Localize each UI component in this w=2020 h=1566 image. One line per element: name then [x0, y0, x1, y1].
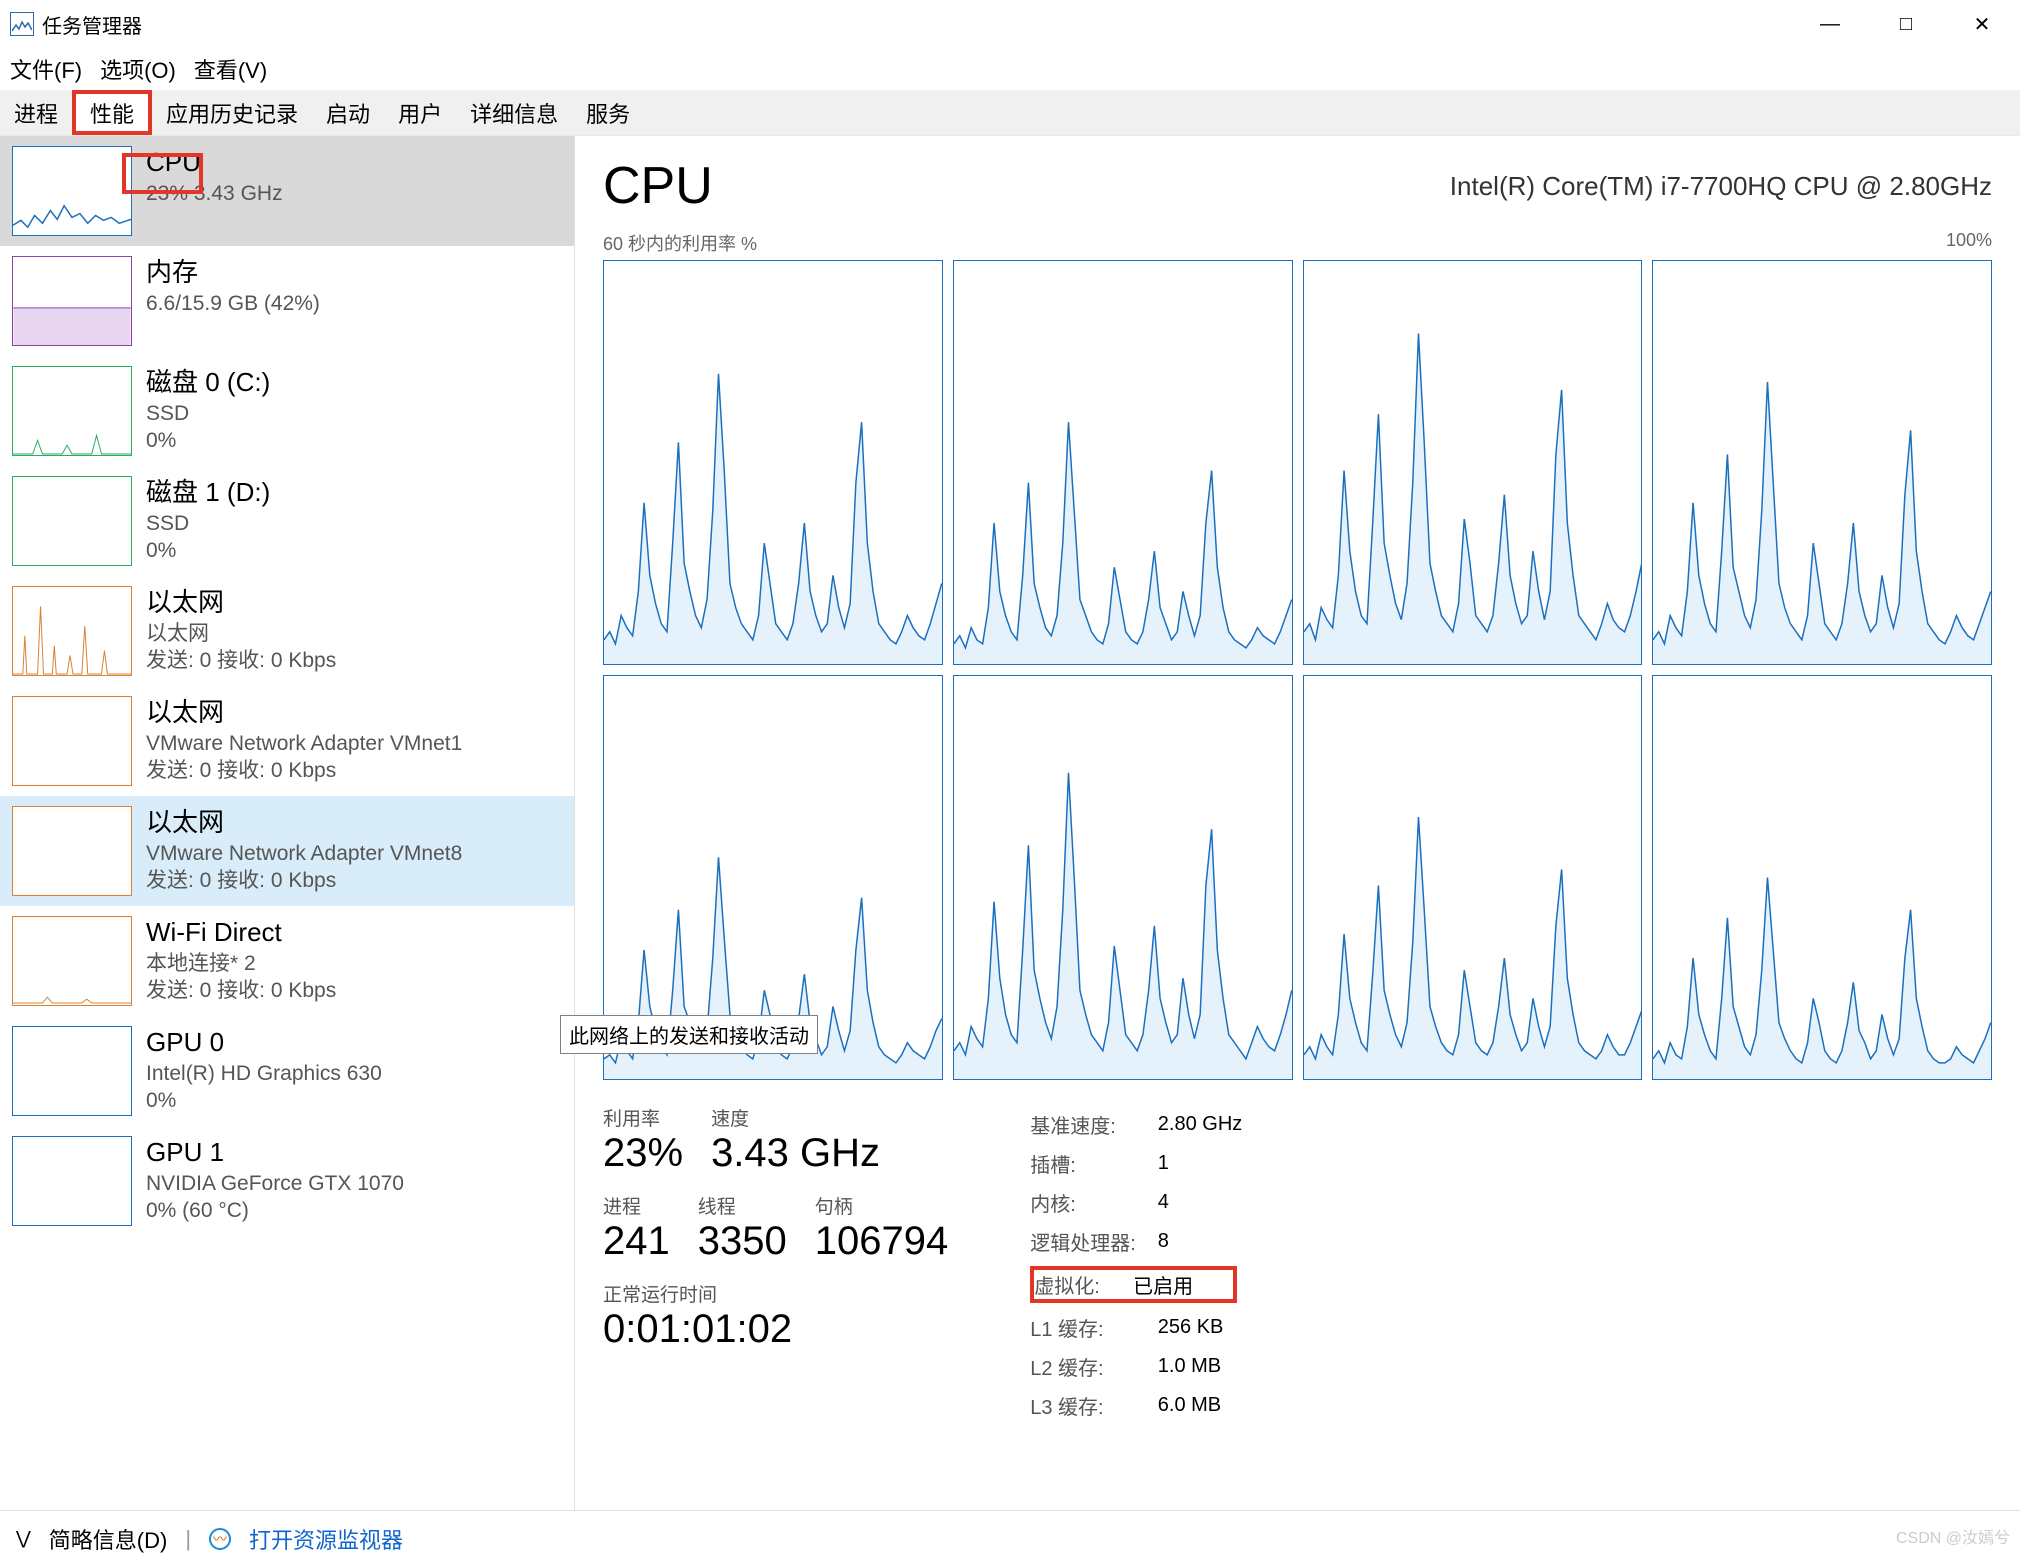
handles-value: 106794 — [815, 1219, 948, 1264]
sidebar-item-ethernet1[interactable]: 以太网VMware Network Adapter VMnet1发送: 0 接收… — [0, 686, 574, 796]
sidebar: CPU23% 3.43 GHz CPU 内存6.6/15.9 GB (42%) … — [0, 136, 575, 1510]
page-title: CPU — [603, 156, 713, 216]
sidebar-item-ethernet0[interactable]: 以太网以太网发送: 0 接收: 0 Kbps — [0, 576, 574, 686]
cpu-title: CPU — [146, 146, 562, 180]
l2-cache: 1.0 MB — [1158, 1348, 1262, 1385]
cpu-graph-grid — [603, 260, 1992, 1080]
tab-details[interactable]: 详细信息 — [456, 90, 572, 135]
tab-performance[interactable]: 性能 — [72, 90, 152, 135]
cpu-core-graph-6 — [1303, 675, 1643, 1080]
menu-file[interactable]: 文件(F) — [10, 53, 82, 85]
memory-thumb-icon — [12, 256, 132, 346]
logical-processors: 8 — [1158, 1223, 1262, 1260]
network-thumb-icon — [12, 806, 132, 896]
sidebar-item-cpu[interactable]: CPU23% 3.43 GHz — [0, 136, 574, 246]
cpu-core-graph-2 — [1303, 260, 1643, 665]
tab-startup[interactable]: 启动 — [312, 90, 384, 135]
sidebar-item-wifi[interactable]: Wi-Fi Direct本地连接* 2发送: 0 接收: 0 Kbps — [0, 906, 574, 1016]
l3-cache: 6.0 MB — [1158, 1387, 1262, 1424]
tab-services[interactable]: 服务 — [572, 90, 644, 135]
cpu-model: Intel(R) Core(TM) i7-7700HQ CPU @ 2.80GH… — [1450, 171, 1992, 202]
open-resource-monitor-link[interactable]: 打开资源监视器 — [249, 1523, 403, 1555]
resource-monitor-icon: 〰 — [209, 1528, 231, 1550]
app-icon — [10, 12, 34, 36]
sidebar-item-gpu1[interactable]: GPU 1NVIDIA GeForce GTX 10700% (60 °C) — [0, 1126, 574, 1236]
sockets: 1 — [1158, 1145, 1262, 1182]
sidebar-item-disk1[interactable]: 磁盘 1 (D:)SSD0% — [0, 466, 574, 576]
utilization-value: 23% — [603, 1131, 683, 1176]
cpu-core-graph-1 — [953, 260, 1293, 665]
tab-app-history[interactable]: 应用历史记录 — [152, 90, 312, 135]
gpu-thumb-icon — [12, 1136, 132, 1226]
base-speed: 2.80 GHz — [1158, 1106, 1262, 1143]
cores: 4 — [1158, 1184, 1262, 1221]
cpu-core-graph-3 — [1652, 260, 1992, 665]
cpu-core-graph-0 — [603, 260, 943, 665]
disk-thumb-icon — [12, 476, 132, 566]
cpu-core-graph-7 — [1652, 675, 1992, 1080]
graph-time-label: 60 秒内的利用率 % — [603, 230, 757, 256]
speed-value: 3.43 GHz — [711, 1131, 880, 1176]
sidebar-item-memory[interactable]: 内存6.6/15.9 GB (42%) — [0, 246, 574, 356]
window-title: 任务管理器 — [42, 10, 142, 39]
gpu-thumb-icon — [12, 1026, 132, 1116]
chevron-down-icon[interactable]: ⋁ — [16, 1528, 31, 1549]
menu-view[interactable]: 查看(V) — [194, 53, 267, 85]
maximize-button[interactable]: □ — [1868, 0, 1944, 48]
virtualization-highlight: 虚拟化: 已启用 — [1030, 1266, 1237, 1303]
tooltip: 此网络上的发送和接收活动 — [560, 1015, 818, 1054]
menu-options[interactable]: 选项(O) — [100, 53, 176, 85]
network-thumb-icon — [12, 586, 132, 676]
cpu-core-graph-5 — [953, 675, 1293, 1080]
uptime-value: 0:01:01:02 — [603, 1307, 948, 1352]
watermark: CSDN @汝嫣兮 — [1896, 1524, 2010, 1548]
sidebar-item-ethernet2[interactable]: 以太网VMware Network Adapter VMnet8发送: 0 接收… — [0, 796, 574, 906]
tab-processes[interactable]: 进程 — [0, 90, 72, 135]
processes-value: 241 — [603, 1219, 670, 1264]
tab-users[interactable]: 用户 — [384, 90, 456, 135]
virtualization-value: 已启用 — [1133, 1276, 1193, 1298]
sidebar-item-gpu0[interactable]: GPU 0Intel(R) HD Graphics 6300% — [0, 1016, 574, 1126]
sidebar-item-disk0[interactable]: 磁盘 0 (C:)SSD0% — [0, 356, 574, 466]
l1-cache: 256 KB — [1158, 1309, 1262, 1346]
close-button[interactable]: ✕ — [1944, 0, 2020, 48]
network-thumb-icon — [12, 916, 132, 1006]
cpu-thumb-icon — [12, 146, 132, 236]
minimize-button[interactable]: — — [1792, 0, 1868, 48]
disk-thumb-icon — [12, 366, 132, 456]
threads-value: 3350 — [698, 1219, 787, 1264]
brief-info-button[interactable]: 简略信息(D) — [49, 1523, 168, 1555]
graph-max-label: 100% — [1946, 230, 1992, 256]
network-thumb-icon — [12, 696, 132, 786]
